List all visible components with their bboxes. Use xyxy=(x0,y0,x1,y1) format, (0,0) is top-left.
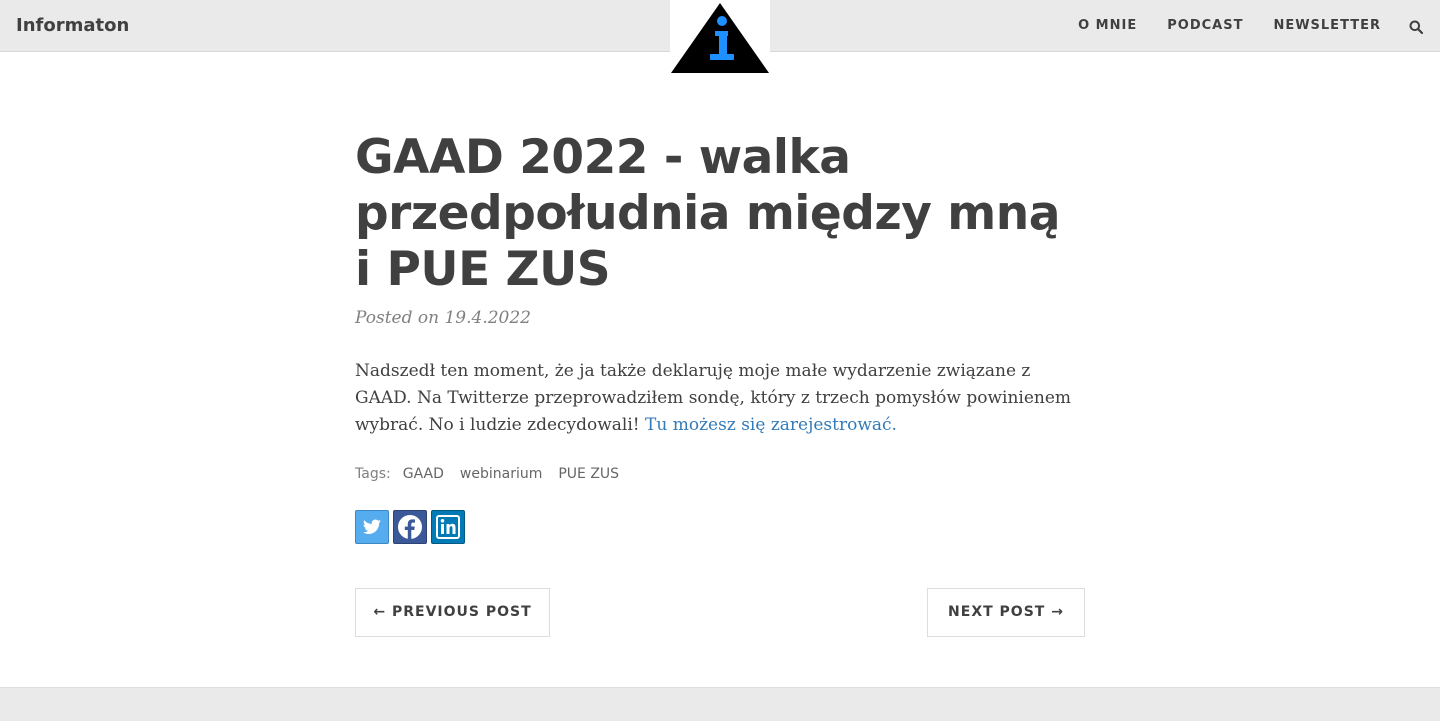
nav-link-podcast[interactable]: PODCAST xyxy=(1167,18,1243,33)
twitter-icon[interactable] xyxy=(355,510,389,544)
post-pager: ← PREVIOUS POST NEXT POST → xyxy=(355,588,1085,637)
tag-pue-zus[interactable]: PUE ZUS xyxy=(558,466,619,482)
nav-link-newsletter[interactable]: NEWSLETTER xyxy=(1273,18,1381,33)
share-buttons xyxy=(355,510,1085,544)
previous-post-button[interactable]: ← PREVIOUS POST xyxy=(355,588,550,637)
main-nav: O MNIE PODCAST NEWSLETTER xyxy=(1048,0,1440,51)
tags-label: Tags: xyxy=(355,466,391,482)
nav-link-o-mnie[interactable]: O MNIE xyxy=(1078,18,1137,33)
linkedin-icon[interactable] xyxy=(431,510,465,544)
post-date: Posted on 19.4.2022 xyxy=(355,308,531,328)
tags: Tags: GAAD webinarium PUE ZUS xyxy=(355,466,1085,482)
info-triangle-icon[interactable] xyxy=(670,0,770,74)
post-body: Nadszedł ten moment, że ja także deklaru… xyxy=(355,358,1085,439)
post-title: GAAD 2022 - walka przedpołudnia między m… xyxy=(355,130,1060,297)
footer xyxy=(0,687,1440,721)
next-post-button[interactable]: NEXT POST → xyxy=(927,588,1085,637)
tag-gaad[interactable]: GAAD xyxy=(403,466,444,482)
brand-link[interactable]: Informaton xyxy=(16,0,129,51)
facebook-icon[interactable] xyxy=(393,510,427,544)
article: GAAD 2022 - walka przedpołudnia między m… xyxy=(355,130,1085,544)
registration-link[interactable]: Tu możesz się zarejestrować. xyxy=(645,415,897,435)
search-icon[interactable] xyxy=(1409,19,1424,34)
tag-webinarium[interactable]: webinarium xyxy=(460,466,542,482)
